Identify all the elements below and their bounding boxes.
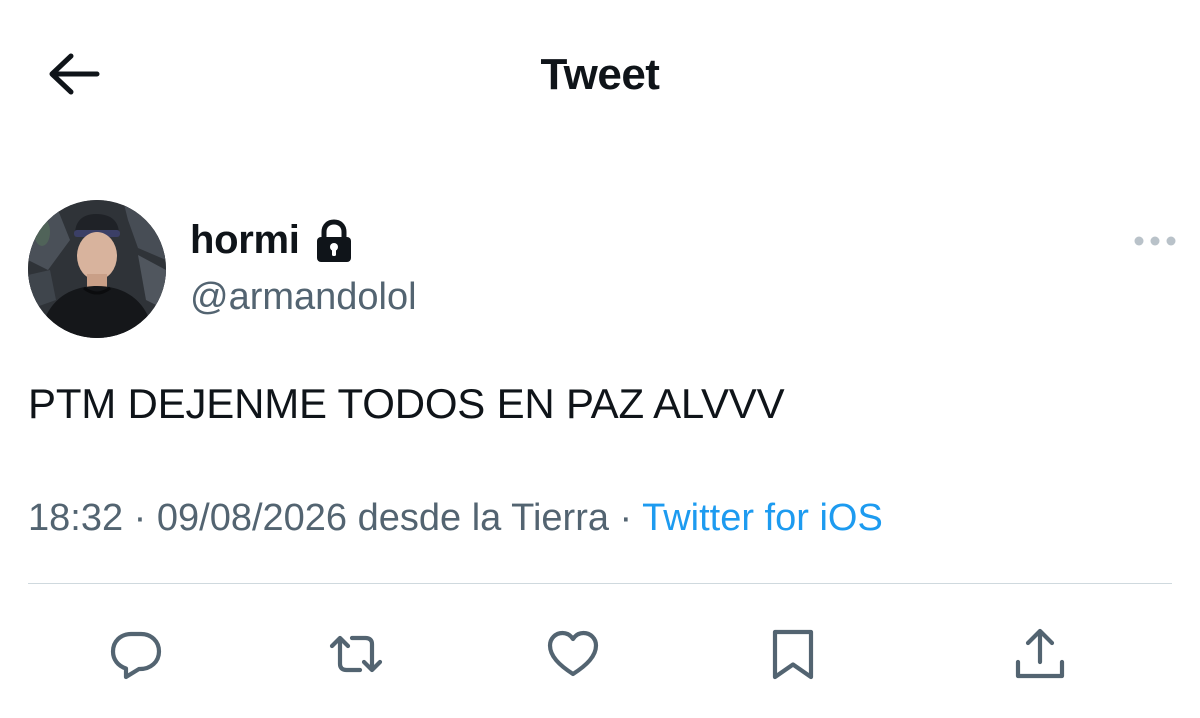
retweet-button[interactable] <box>326 626 386 686</box>
reply-icon <box>108 626 164 687</box>
author-handle[interactable]: @armandolol <box>190 276 417 319</box>
meta-separator: · <box>123 497 157 539</box>
tweet-date-location: 09/08/2026 desde la Tierra <box>156 497 609 539</box>
more-icon <box>1133 234 1177 252</box>
page-title: Tweet <box>540 50 660 99</box>
avatar[interactable] <box>28 200 166 338</box>
author-name-row: hormi <box>190 218 354 263</box>
reply-button[interactable] <box>106 626 166 686</box>
divider <box>28 583 1172 584</box>
meta-separator: · <box>608 497 643 539</box>
tweet-source-link[interactable]: Twitter for iOS <box>642 497 883 539</box>
lock-icon <box>314 218 354 263</box>
bookmark-button[interactable] <box>763 626 823 686</box>
tweet-meta: 18:32 · 09/08/2026 desde la Tierra · Twi… <box>28 497 883 540</box>
more-options-button[interactable] <box>1130 228 1180 258</box>
tweet-time: 18:32 <box>28 497 124 539</box>
heart-icon <box>545 626 601 687</box>
tweet-text: PTM DEJENME TODOS EN PAZ ALVVV <box>28 380 785 427</box>
display-name[interactable]: hormi <box>190 218 300 263</box>
share-button[interactable] <box>1010 626 1070 686</box>
share-icon <box>1012 626 1068 687</box>
retweet-icon <box>328 626 384 687</box>
bookmark-icon <box>765 626 821 687</box>
like-button[interactable] <box>543 626 603 686</box>
